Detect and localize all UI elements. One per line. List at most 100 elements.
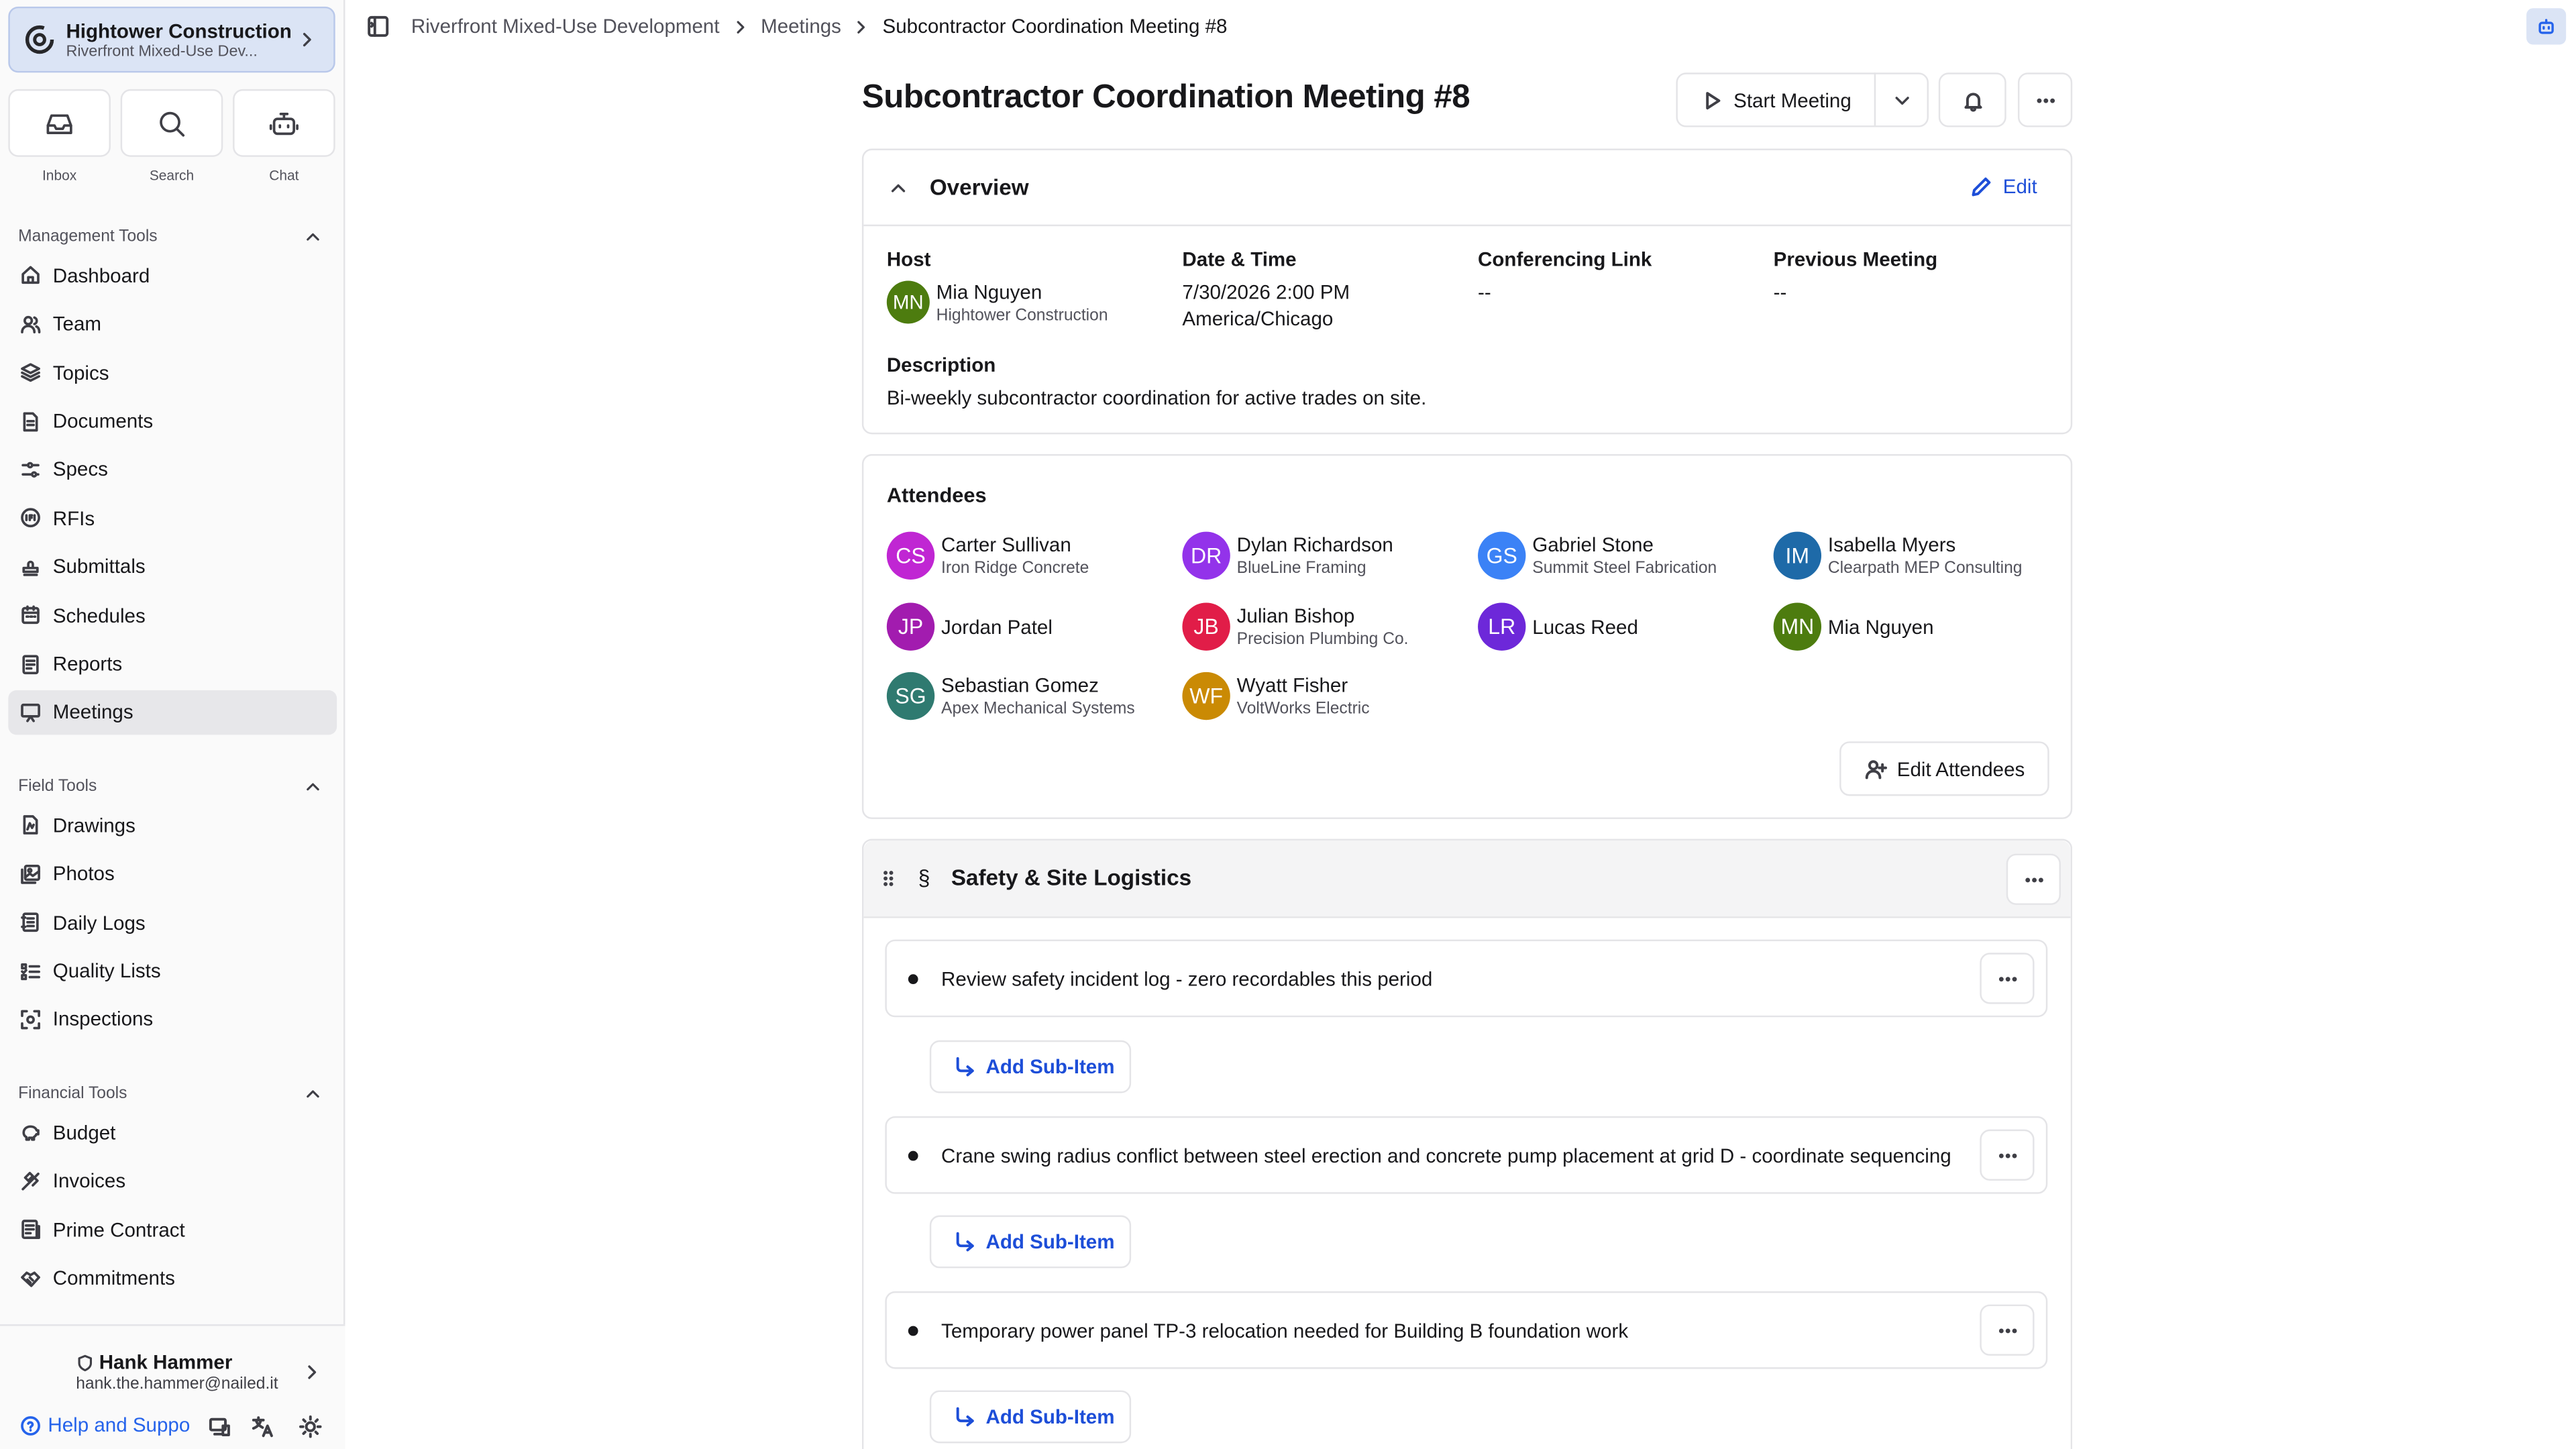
edit-attendees-button[interactable]: Edit Attendees — [1839, 741, 2049, 796]
nav-label: Daily Logs — [52, 910, 146, 934]
attendees-heading: Attendees — [886, 484, 987, 507]
calendar-icon — [21, 605, 40, 625]
nav-label: Photos — [52, 862, 115, 886]
add-sub-item-button[interactable]: Add Sub-Item — [929, 1040, 1132, 1093]
quick-inbox-label: Inbox — [42, 166, 77, 184]
nav-daily-logs[interactable]: Daily Logs — [8, 900, 337, 945]
nav-reports[interactable]: Reports — [8, 641, 337, 686]
overview-header[interactable]: Overview Edit — [863, 150, 2071, 227]
nav-budget[interactable]: Budget — [8, 1110, 337, 1155]
add-sub-item-button[interactable]: Add Sub-Item — [929, 1215, 1132, 1269]
nav-dashboard[interactable]: Dashboard — [8, 254, 337, 298]
add-sub-item-button[interactable]: Add Sub-Item — [929, 1390, 1132, 1444]
nav-invoices[interactable]: Invoices — [8, 1159, 337, 1203]
overview-edit-button[interactable]: Edit — [1970, 175, 2037, 198]
start-meeting-dropdown[interactable] — [1874, 72, 1929, 127]
conferencing-value: -- — [1478, 280, 1491, 304]
attendee-name: Sebastian Gomez — [941, 674, 1099, 697]
description-label: Description — [886, 353, 996, 377]
sidebar-toggle-icon[interactable] — [366, 15, 389, 38]
nav-label: Meetings — [52, 700, 133, 724]
help-label: Help and Suppo — [48, 1413, 191, 1437]
item-more-button[interactable] — [1980, 1129, 2035, 1181]
breadcrumb-project[interactable]: Riverfront Mixed-Use Development — [411, 15, 720, 38]
item-more-button[interactable] — [1980, 953, 2035, 1004]
page-title: Subcontractor Coordination Meeting #8 — [861, 79, 1470, 116]
section-title: Financial Tools — [18, 1083, 127, 1103]
user-name: Hank Hammer — [99, 1350, 233, 1374]
chevron-right-icon — [858, 20, 866, 33]
drawing-icon — [23, 816, 38, 835]
nav-meetings[interactable]: Meetings — [8, 690, 337, 735]
agenda-item[interactable]: Review safety incident log - zero record… — [885, 939, 2048, 1018]
breadcrumb-section[interactable]: Meetings — [761, 15, 841, 38]
notifications-button[interactable] — [1938, 72, 2006, 127]
invoice-icon — [21, 1171, 40, 1190]
nav-label: Reports — [52, 652, 123, 676]
conferencing-label: Conferencing Link — [1478, 248, 1652, 271]
avatar: IM — [1773, 531, 1822, 580]
pencil-icon — [1972, 177, 1991, 197]
nav-prime-contract[interactable]: Prime Contract — [8, 1208, 337, 1252]
more-actions-button[interactable] — [2017, 72, 2073, 127]
chevron-right-icon[interactable] — [302, 1362, 322, 1383]
nav-quality-lists[interactable]: Quality Lists — [8, 949, 337, 993]
contract-icon — [21, 1220, 40, 1240]
financial-tools-header[interactable]: Financial Tools — [0, 1080, 345, 1106]
attendee-name: Dylan Richardson — [1236, 533, 1393, 557]
financial-tools-section: Financial Tools Budget Invoices Prime Co… — [0, 1080, 345, 1301]
nav-commitments[interactable]: Commitments — [8, 1256, 337, 1300]
theme-sun-icon[interactable] — [299, 1415, 322, 1438]
quick-inbox[interactable]: Inbox — [8, 89, 111, 183]
nav-drawings[interactable]: Drawings — [8, 803, 337, 847]
edit-attendees-label: Edit Attendees — [1896, 757, 2025, 781]
nav-rfis[interactable]: RFIs — [8, 496, 337, 540]
section-more-button[interactable] — [2006, 853, 2061, 905]
user-menu[interactable]: Hank Hammer — [76, 1351, 232, 1374]
start-meeting-button[interactable]: Start Meeting — [1676, 72, 1876, 127]
agenda-item[interactable]: Crane swing radius conflict between stee… — [885, 1116, 2048, 1194]
nav-specs[interactable]: Specs — [8, 447, 337, 492]
nav-label: Team — [52, 312, 101, 336]
nav-topics[interactable]: Topics — [8, 350, 337, 394]
devices-icon[interactable] — [208, 1415, 231, 1438]
nav-documents[interactable]: Documents — [8, 399, 337, 443]
management-tools-header[interactable]: Management Tools — [0, 223, 345, 249]
attendee-company: Clearpath MEP Consulting — [1827, 559, 2023, 578]
help-link[interactable]: Help and Suppo — [20, 1413, 191, 1437]
attendee-name: Lucas Reed — [1532, 616, 1638, 639]
item-more-button[interactable] — [1980, 1304, 2035, 1356]
field-tools-header[interactable]: Field Tools — [0, 773, 345, 799]
scan-icon — [21, 1010, 40, 1030]
quick-search-label: Search — [149, 166, 195, 184]
org-switcher[interactable]: Hightower Construction Riverfront Mixed-… — [8, 6, 335, 73]
start-meeting-label: Start Meeting — [1733, 88, 1851, 112]
nav-label: Inspections — [52, 1008, 154, 1032]
nav-photos[interactable]: Photos — [8, 852, 337, 896]
breadcrumb: Riverfront Mixed-Use Development Meeting… — [366, 15, 1227, 38]
chevron-right-icon — [303, 32, 311, 47]
users-icon — [21, 315, 41, 333]
avatar: SG — [886, 672, 935, 720]
agenda-section-title: Safety & Site Logistics — [951, 865, 1192, 890]
nav-team[interactable]: Team — [8, 302, 337, 346]
agenda-item-text: Crane swing radius conflict between stee… — [941, 1144, 1951, 1168]
quick-chat[interactable]: Chat — [233, 89, 335, 183]
quick-search[interactable]: Search — [120, 89, 223, 184]
drag-handle-icon[interactable] — [879, 869, 899, 889]
assistant-button[interactable] — [2526, 8, 2567, 45]
checklist-icon — [21, 962, 40, 980]
sliders-icon — [21, 462, 40, 478]
previous-meeting-label: Previous Meeting — [1773, 248, 1938, 271]
agenda-item[interactable]: Temporary power panel TP-3 relocation ne… — [885, 1291, 2048, 1369]
avatar: DR — [1182, 531, 1230, 580]
more-icon — [1998, 1328, 2017, 1333]
date-label: Date & Time — [1182, 248, 1297, 271]
previous-meeting-value: -- — [1773, 280, 1787, 304]
nav-schedules[interactable]: Schedules — [8, 593, 337, 637]
nav-inspections[interactable]: Inspections — [8, 998, 337, 1042]
nav-submittals[interactable]: Submittals — [8, 545, 337, 589]
language-icon[interactable] — [251, 1415, 274, 1438]
avatar: MN — [886, 280, 930, 324]
more-icon — [1998, 975, 2017, 981]
